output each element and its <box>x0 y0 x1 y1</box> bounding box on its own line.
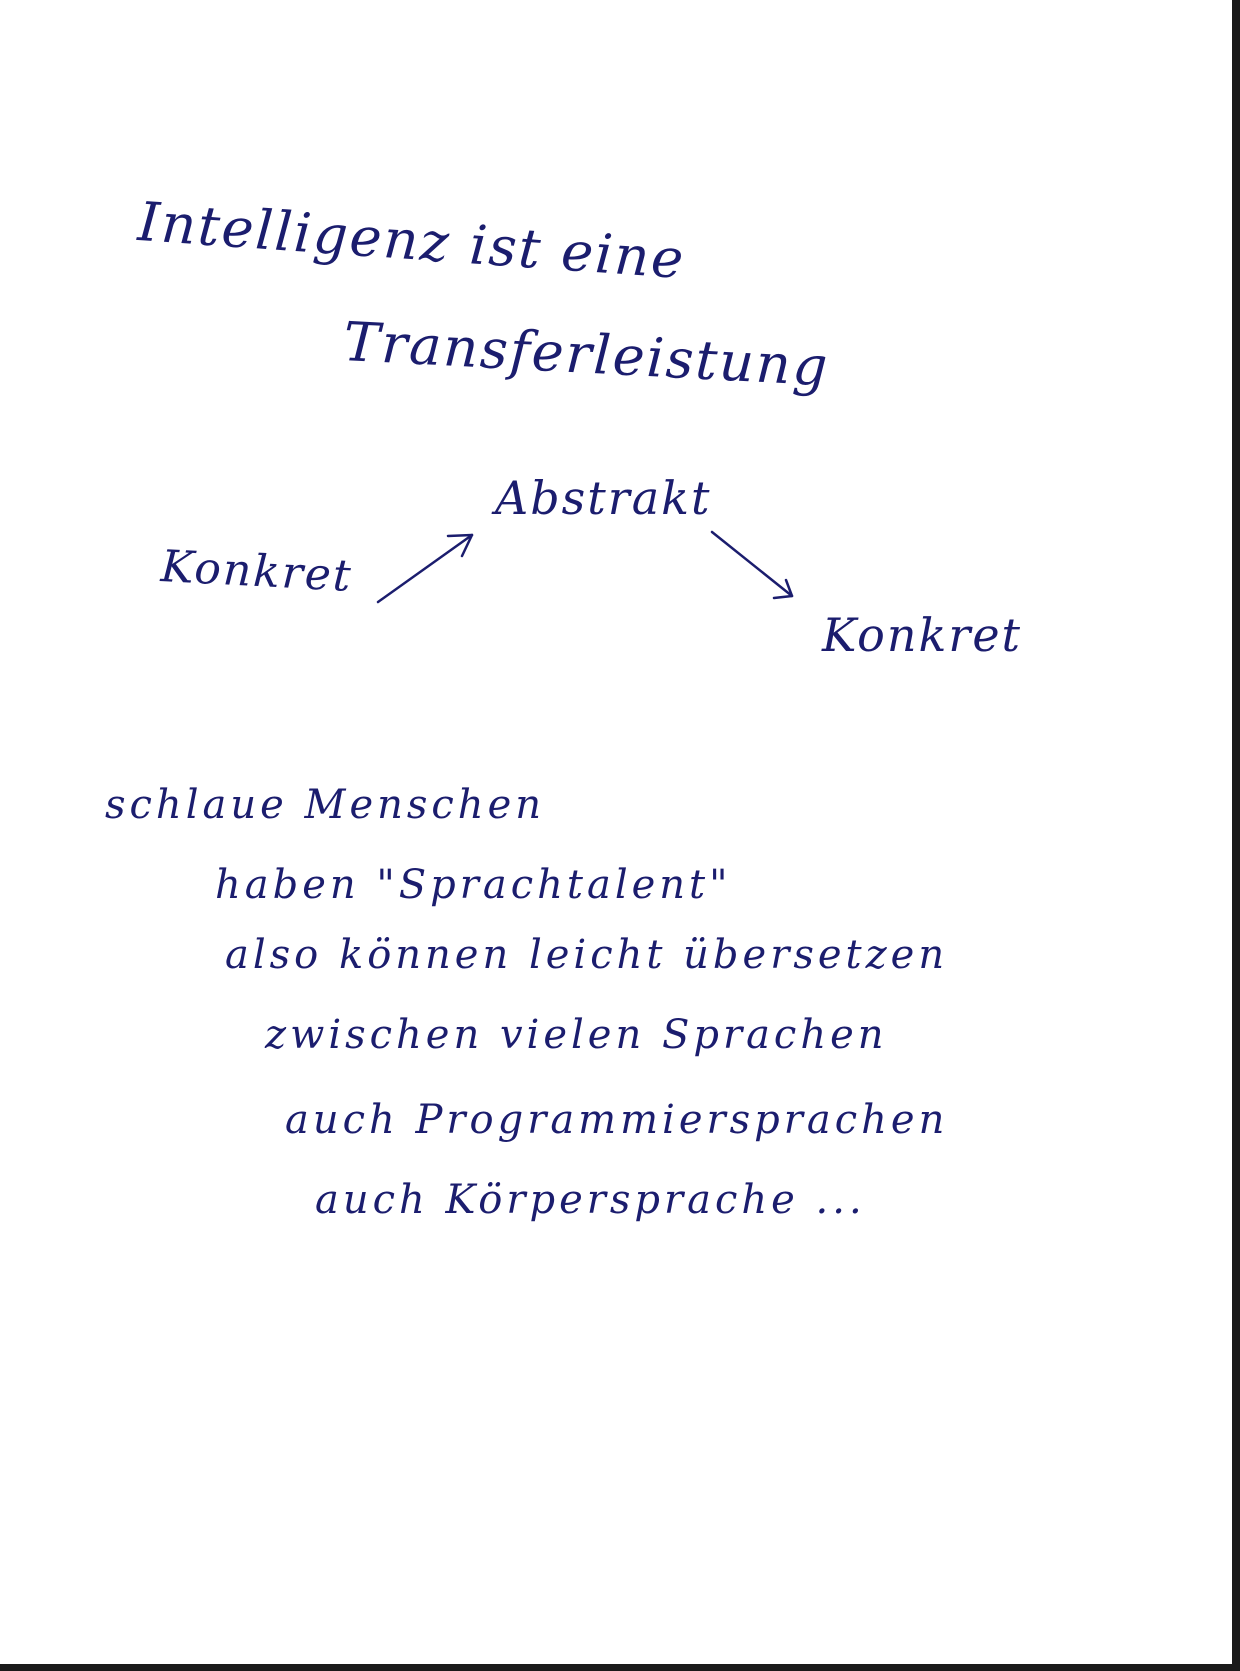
diagram-arrows <box>376 530 794 604</box>
note-line-3: also können leicht übersetzen <box>225 932 949 978</box>
scan-border-right <box>1232 0 1240 1671</box>
note-line-4: zwischen vielen Sprachen <box>265 1012 888 1058</box>
note-line-5: auch Programmiersprachen <box>285 1097 949 1143</box>
diagram-abstract-label: Abstrakt <box>495 471 712 525</box>
diagram-concrete-left-label: Konkret <box>159 541 354 602</box>
note-line-1: schlaue Menschen <box>105 782 545 828</box>
arrow-up-right-icon <box>376 533 474 604</box>
arrow-down-right-icon <box>710 530 794 600</box>
note-line-6: auch Körpersprache ... <box>315 1177 866 1223</box>
scan-border-bottom <box>0 1664 1240 1671</box>
handwritten-note-page: Intelligenz ist eine Transferleistung Ab… <box>0 0 1240 1671</box>
note-line-2: haben "Sprachtalent" <box>215 862 732 908</box>
diagram-concrete-right-label: Konkret <box>822 608 1023 662</box>
